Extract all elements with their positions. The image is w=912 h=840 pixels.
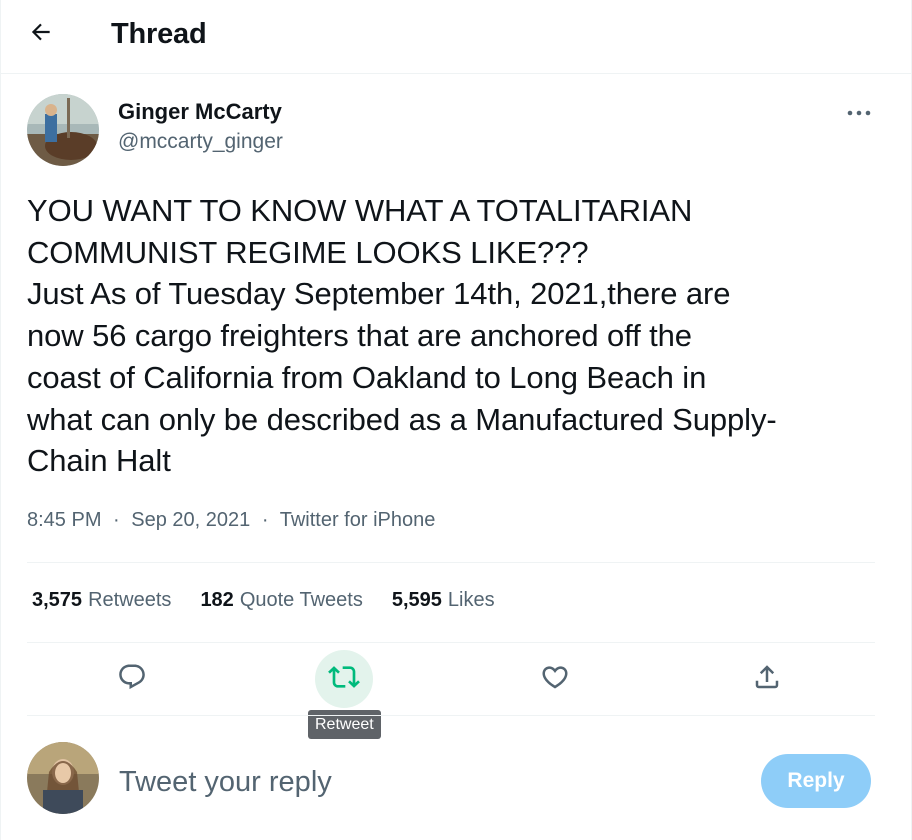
like-button[interactable] [526,650,584,708]
share-icon [752,662,782,697]
retweets-count: 3,575 [32,589,83,611]
divider [27,715,875,716]
quote-tweets-label: Quote Tweets [239,589,363,611]
author-name[interactable]: Ginger McCarty [118,99,282,125]
author-handle[interactable]: @mccarty_ginger [118,130,283,154]
tweet-text: YOU WANT TO KNOW WHAT A TOTALITARIAN COM… [27,193,777,479]
arrow-left-icon [28,19,54,50]
quote-tweets-count: 182 [200,589,234,611]
retweet-icon [328,661,360,698]
likes-label: Likes [447,589,495,611]
reply-icon [117,662,147,697]
reply-button[interactable] [103,650,161,708]
divider [27,642,875,643]
thread-header: Thread [1,0,911,74]
tweet-time[interactable]: 8:45 PM [27,509,101,531]
share-button[interactable] [738,650,796,708]
back-button[interactable] [23,16,59,52]
likes-stat[interactable]: 5,595 Likes [392,589,495,612]
tweet-date[interactable]: Sep 20, 2021 [131,509,250,531]
likes-count: 5,595 [391,589,442,611]
meta-separator: · [113,509,120,531]
user-avatar[interactable] [27,742,99,814]
reply-input[interactable] [119,760,719,804]
author-avatar[interactable] [27,94,99,166]
more-dots-icon [847,104,871,122]
retweets-label: Retweets [88,589,172,611]
tweet-stats: 3,575 Retweets 182 Quote Tweets 5,595 Li… [32,589,524,612]
meta-separator: · [261,509,269,531]
retweets-stat[interactable]: 3,575 Retweets [32,589,171,612]
divider [27,562,875,563]
reply-submit-button[interactable]: Reply [761,754,871,808]
retweet-button[interactable] [315,650,373,708]
tweet-source[interactable]: Twitter for iPhone [280,509,436,531]
thread-page: Thread Ginger McCarty @mccarty_ginger YO… [0,0,912,840]
page-title: Thread [111,18,207,50]
tweet-meta: 8:45 PM · Sep 20, 2021 · Twitter for iPh… [27,509,435,532]
more-options-button[interactable] [839,96,879,130]
heart-icon [540,662,570,697]
quote-tweets-stat[interactable]: 182 Quote Tweets [200,589,362,612]
